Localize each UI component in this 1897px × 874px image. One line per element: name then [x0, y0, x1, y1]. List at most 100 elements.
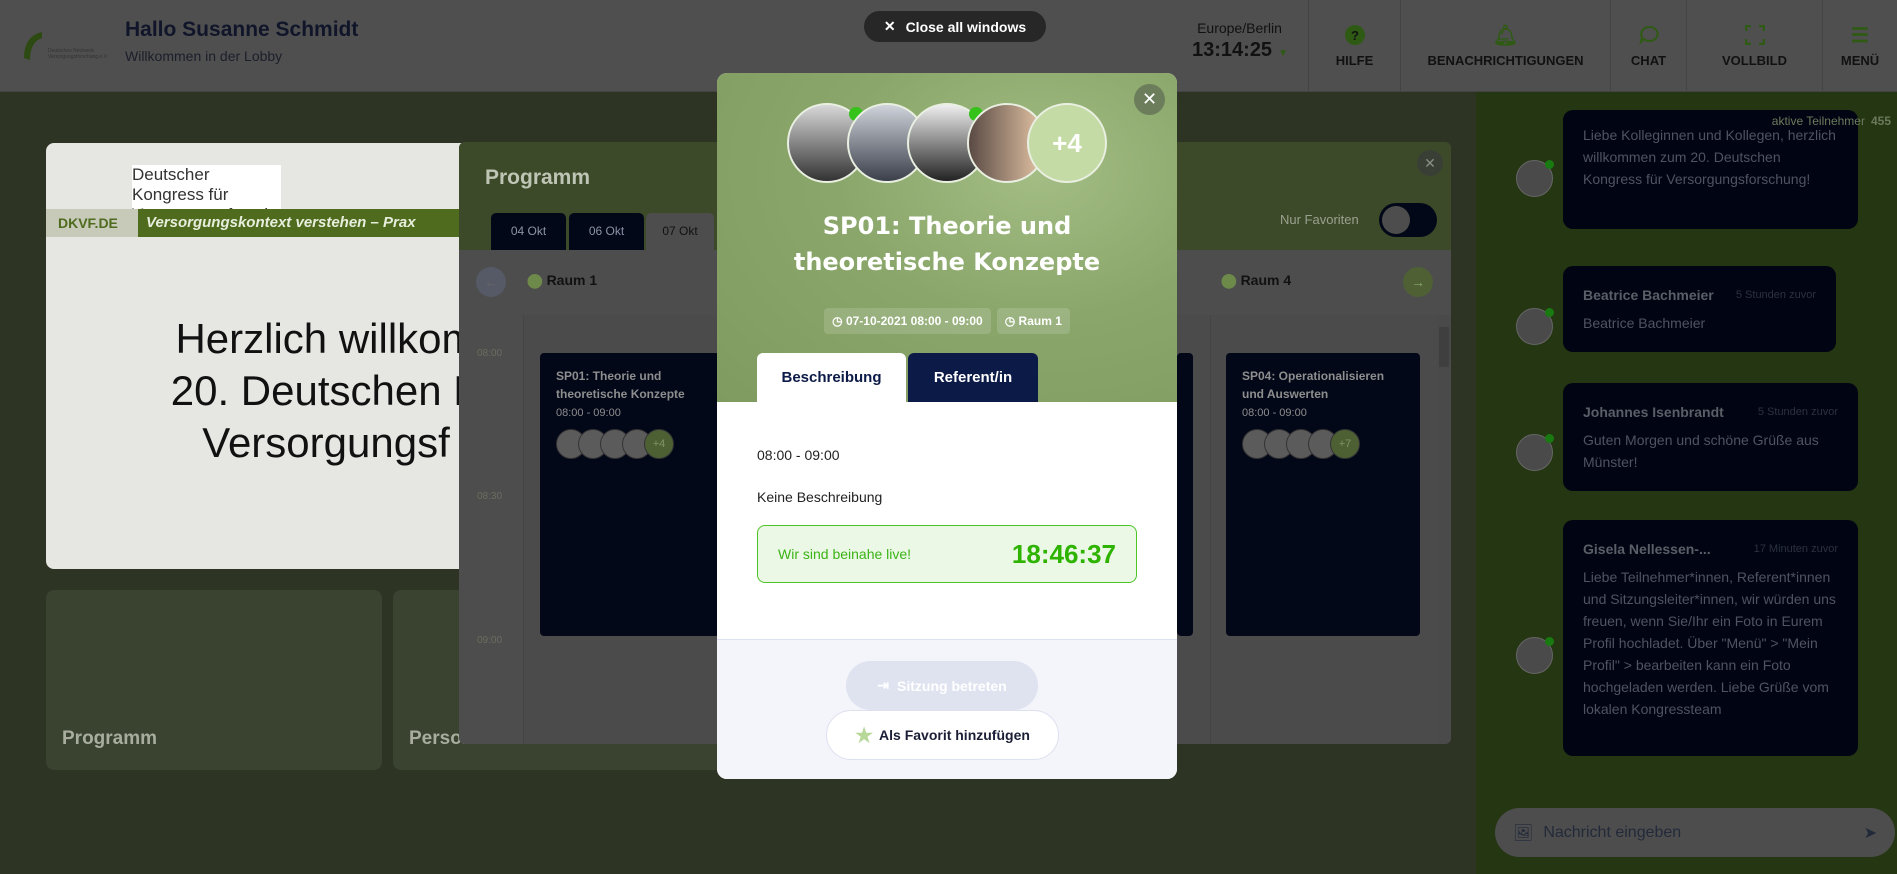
- bell-icon: 🔔︎: [1492, 24, 1519, 47]
- chat-message: Johannes Isenbrandt 5 Stunden zuvor Guten …: [1563, 383, 1858, 491]
- favorites-label: Nur Favoriten: [1280, 212, 1359, 227]
- live-label: Wir sind beinahe live!: [778, 546, 912, 562]
- message-author: Beatrice Bachmeier: [1583, 287, 1714, 303]
- room-chip: ◷ Raum 1: [996, 308, 1070, 334]
- nav-fullscreen[interactable]: VOLLBILD: [1686, 0, 1822, 92]
- lobby-subtitle: Willkommen in der Lobby: [125, 48, 283, 64]
- message-time: 5 Stunden zuvor: [1757, 406, 1838, 418]
- welcome-slide: Deutscher Kongress für Versorgungsforsch…: [46, 143, 476, 569]
- session-name: SP04: Operationalisieren und Auswerten: [1242, 369, 1385, 401]
- nav-label: VOLLBILD: [1722, 52, 1787, 68]
- chat-message: Beatrice Bachmeier 5 Stunden zuvor Beatric…: [1563, 266, 1836, 352]
- speaker-avatars: +4: [556, 429, 704, 459]
- chat-panel: Liebe Kolleginnen und Kollegen, herzlich…: [1476, 92, 1897, 874]
- session-card[interactable]: SP01: Theorie und theoretische Konzepte 0…: [540, 353, 720, 636]
- scrollbar[interactable]: [1437, 315, 1451, 744]
- time-label: 08:30: [477, 491, 503, 502]
- countdown: 18:46:37: [1011, 538, 1116, 569]
- avatar[interactable]: [1516, 308, 1554, 345]
- clock-time: 13:14:25: [1192, 39, 1273, 61]
- time-label: 09:00: [477, 635, 503, 646]
- timezone: Europe/Berlin: [1197, 20, 1282, 36]
- nav-label: MENÜ: [1840, 52, 1880, 68]
- session-time: 08:00 - 09:00: [757, 447, 840, 463]
- room-header: ⬤ Raum 1: [527, 272, 597, 289]
- chat-icon: [1638, 25, 1659, 47]
- nav-menu[interactable]: ☰ MENÜ: [1822, 0, 1897, 92]
- nav-label: CHAT: [1630, 52, 1667, 68]
- tab-beschreibung[interactable]: Beschreibung: [757, 353, 906, 402]
- close-all-label: Close all windows: [905, 18, 1027, 35]
- message-author: Johannes Isenbrandt: [1583, 404, 1724, 420]
- chat-input[interactable]: 🖼︎ Nachricht eingeben ➤: [1495, 808, 1895, 857]
- session-card[interactable]: SP04: Operationalisieren und Auswerten 08…: [1226, 353, 1420, 636]
- chat-placeholder: Nachricht eingeben: [1543, 823, 1682, 841]
- room-label: Raum 1: [546, 272, 598, 288]
- column-divider: [1210, 315, 1211, 744]
- live-countdown: Wir sind beinahe live! 18:46:37: [757, 525, 1137, 583]
- send-icon[interactable]: ➤: [1864, 823, 1877, 843]
- add-favorite-button[interactable]: ★ Als Favorit hinzufügen: [826, 710, 1059, 760]
- time-label: 08:00: [477, 348, 503, 359]
- session-title: SP01: Theorie und theoretische Konzepte: [793, 212, 1101, 276]
- arrow-right-icon[interactable]: →: [1403, 267, 1433, 297]
- enter-session-button[interactable]: ⇥ Sitzung betreten: [846, 661, 1038, 710]
- speaker-avatars: +4: [717, 103, 1177, 183]
- slide-tagline: Versorgungskontext verstehen – Prax: [146, 214, 416, 231]
- room-header: ⬤ Raum 4: [1221, 272, 1291, 289]
- dnvf-logo: Deutsches NetzwerkVersorgungsforschung e…: [24, 32, 108, 60]
- message-time: 17 Minuten zuvor: [1753, 543, 1838, 555]
- date-tab[interactable]: 06 Okt: [569, 213, 644, 250]
- enter-icon: ⇥: [877, 677, 890, 693]
- nav-label: BENACHRICHTIGUNGEN: [1427, 52, 1584, 68]
- more-speakers: +4: [1027, 103, 1107, 183]
- slide-text: Herzlich willkom 20. Deutschen K Versorg…: [170, 315, 476, 466]
- session-time: 08:00 - 09:00: [1242, 407, 1307, 419]
- pin-icon: ⬤: [527, 272, 543, 288]
- program-title: Programm: [485, 166, 591, 189]
- message-text: Beatrice Bachmeier: [1583, 315, 1706, 331]
- menu-icon: ☰: [1851, 24, 1869, 47]
- nav-label: HILFE: [1335, 52, 1374, 68]
- avatar[interactable]: [1516, 160, 1554, 197]
- favorites-toggle[interactable]: [1379, 203, 1437, 237]
- nav-notifications[interactable]: 🔔︎ BENACHRICHTIGUNGEN: [1400, 0, 1610, 92]
- image-icon[interactable]: 🖼︎: [1513, 823, 1533, 843]
- close-icon[interactable]: ✕: [1417, 150, 1443, 176]
- close-icon: ✕: [883, 18, 896, 34]
- chat-message: Gisela Nellessen-... 17 Minuten zuvor Lieb…: [1563, 520, 1858, 756]
- session-time: 08:00 - 09:00: [556, 407, 621, 419]
- svg-text:Versorgungsforschung e.V.: Versorgungsforschung e.V.: [48, 54, 108, 60]
- fullscreen-icon: [1744, 24, 1765, 47]
- message-text: Guten Morgen und schöne Grüße aus Münste…: [1583, 432, 1819, 470]
- timezone-clock[interactable]: Europe/Berlin 13:14:25 ▼: [1192, 20, 1288, 62]
- active-participants: aktive Teilnehmer 455: [1771, 114, 1891, 128]
- date-tab[interactable]: 04 Okt: [491, 213, 566, 250]
- greeting: Hallo Susanne Schmidt: [125, 18, 359, 41]
- session-card[interactable]: [1177, 353, 1193, 636]
- datetime-chip: ◷ 07-10-2021 08:00 - 09:00: [824, 308, 991, 334]
- avatar[interactable]: [1516, 434, 1554, 471]
- session-name: SP01: Theorie und theoretische Konzepte: [556, 369, 685, 401]
- tile-label: Programm: [62, 728, 158, 749]
- arrow-left-icon[interactable]: ←: [476, 267, 506, 297]
- date-tab-active[interactable]: 07 Okt: [646, 213, 714, 250]
- speaker-avatars: +7: [1242, 429, 1404, 459]
- message-text: Liebe Teilnehmer*innen, Referent*innen u…: [1583, 569, 1836, 717]
- message-author: Gisela Nellessen-...: [1583, 541, 1711, 557]
- message-time: 5 Stunden zuvor: [1735, 289, 1816, 301]
- svg-text:?: ?: [1351, 28, 1359, 43]
- tile-programm[interactable]: Programm: [46, 590, 382, 770]
- session-modal: ✕ +4 SP01: Theorie und theoretische Konz…: [717, 73, 1177, 779]
- avatar[interactable]: [1516, 637, 1554, 674]
- close-all-windows-button[interactable]: ✕ Close all windows: [864, 11, 1046, 42]
- nav-chat[interactable]: CHAT: [1610, 0, 1686, 92]
- message-text: Liebe Kolleginnen und Kollegen, herzlich…: [1583, 127, 1836, 187]
- pin-icon: ⬤: [1221, 272, 1237, 288]
- nav-help[interactable]: ? HILFE: [1308, 0, 1400, 92]
- session-description: Keine Beschreibung: [757, 489, 883, 505]
- slide-site: DKVF.DE: [46, 209, 138, 237]
- clock-icon: ◷: [1004, 314, 1016, 328]
- tab-referent[interactable]: Referent/in: [908, 353, 1038, 402]
- star-icon: ★: [855, 724, 874, 747]
